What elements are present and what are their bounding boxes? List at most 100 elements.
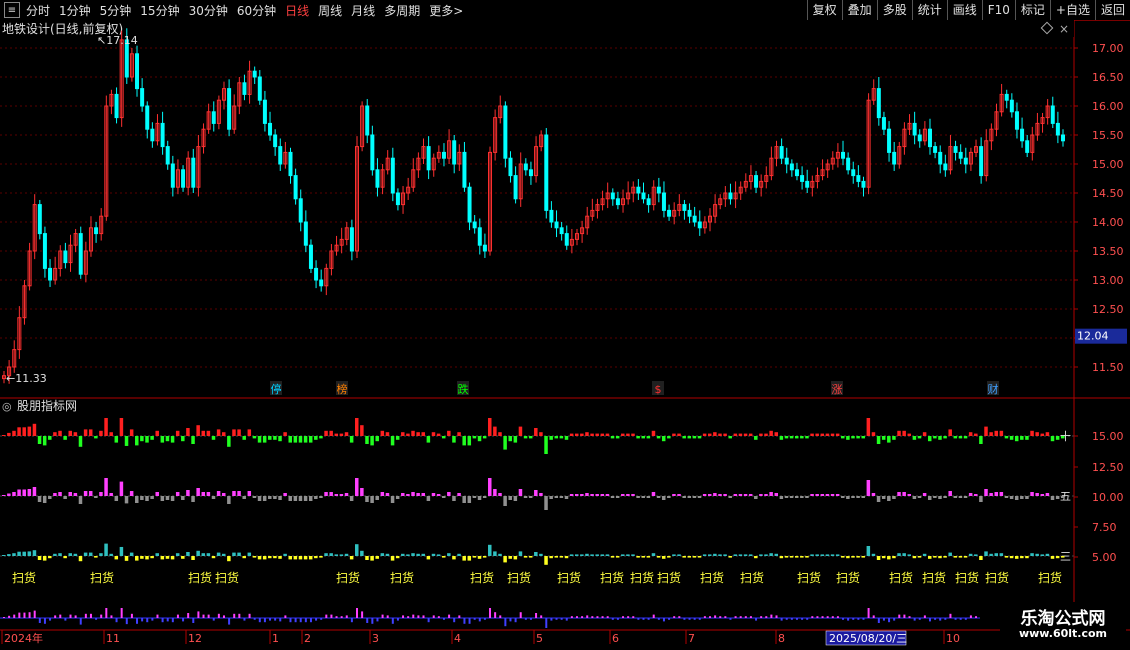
bottom-indicator-bar: [903, 614, 906, 618]
indicator-bar: [733, 433, 738, 436]
bottom-indicator-bar: [89, 613, 92, 618]
bottom-indicator-bar: [243, 618, 246, 621]
indicator-bar: [948, 552, 952, 556]
candle-body: [365, 105, 370, 136]
indicator-bar: [590, 554, 594, 556]
indicator-bar: [262, 436, 267, 443]
indicator-bar: [1009, 556, 1014, 559]
indicator-bar: [528, 496, 533, 498]
indicator-bar: [554, 556, 559, 558]
indicator-bar: [667, 556, 671, 558]
candle-body: [881, 117, 886, 130]
indicator-bar: [523, 436, 528, 439]
indicator-bar: [702, 433, 707, 436]
bottom-indicator-bar: [862, 618, 865, 620]
indicator-bar: [968, 432, 973, 436]
indicator-bar: [963, 496, 968, 498]
indicator-bar: [713, 432, 717, 436]
candle-body: [513, 175, 518, 200]
indicator-bar: [303, 556, 308, 560]
bottom-indicator-bar: [703, 616, 706, 618]
indicator-bar: [595, 433, 599, 436]
candle-body: [278, 146, 283, 165]
candle-body: [861, 180, 866, 188]
indicator-bar: [32, 487, 37, 496]
indicator-bar: [170, 496, 175, 501]
indicator-bar: [718, 554, 722, 556]
bottom-indicator-bar: [95, 618, 98, 620]
indicator-bar: [610, 436, 615, 439]
brand-name: 乐淘公式网: [1020, 609, 1106, 629]
indicator-bar: [544, 556, 548, 565]
indicator-bar: [636, 556, 640, 558]
indicator-bar: [866, 480, 871, 496]
candle-body: [856, 175, 861, 182]
indicator-bar: [17, 427, 21, 436]
candle-body: [1050, 105, 1055, 124]
bottom-indicator-bar: [197, 611, 200, 618]
brand-watermark: 乐淘公式网 www.60lt.com: [1000, 602, 1126, 646]
indicator-bar: [743, 433, 748, 436]
indicator-bar: [237, 491, 241, 496]
indicator-bar: [334, 554, 339, 556]
indicator-bar: [401, 432, 405, 436]
indicator-bar: [631, 433, 635, 436]
indicator-bar: [825, 494, 830, 496]
indicator-bar: [800, 436, 804, 439]
bottom-indicator-bar: [535, 613, 538, 618]
indicator-bar: [723, 433, 727, 436]
indicator-bar: [764, 554, 768, 556]
candle-body: [1025, 140, 1030, 153]
indicator-bar: [513, 556, 518, 560]
bottom-indicator-bar: [304, 618, 307, 623]
indicator-bar: [53, 553, 57, 556]
indicator-bar: [201, 492, 206, 496]
indicator-bar: [308, 556, 313, 560]
indicator-bar: [48, 436, 52, 440]
indicator-bar: [979, 496, 983, 502]
indicator-bar: [687, 556, 692, 558]
indicator-bar: [979, 556, 983, 560]
indicator-bar: [994, 492, 998, 496]
bottom-indicator-bar: [468, 618, 471, 624]
indicator-bar: [160, 556, 165, 560]
indicator-bar: [933, 556, 937, 558]
bottom-indicator-bar: [253, 618, 256, 620]
bottom-indicator-bar: [13, 614, 16, 618]
indicator-bar: [615, 496, 620, 498]
indicator-bar: [748, 554, 753, 556]
bottom-indicator-bar: [130, 613, 133, 618]
date-label-1: 11: [106, 632, 120, 645]
indicator-bar: [682, 496, 686, 498]
indicator-bar: [938, 556, 942, 559]
indicator-bar: [232, 491, 236, 496]
indicator-bar: [472, 556, 477, 558]
indicator-bar: [825, 433, 830, 436]
indicator-bar: [692, 436, 697, 439]
bottom-indicator-bar: [975, 616, 978, 618]
indicator-bar: [774, 493, 779, 496]
price-tick-label: 13.00: [1092, 274, 1124, 287]
bottom-indicator-bar: [934, 618, 937, 620]
indicator-bar: [580, 494, 584, 496]
indicator-bar: [595, 494, 599, 496]
indicator-bar: [206, 492, 211, 496]
indicator-bar: [912, 496, 917, 499]
bottom-indicator-bar: [867, 608, 870, 618]
indicator-bar: [22, 551, 26, 556]
indicator-bar: [365, 496, 369, 502]
indicator-bar: [815, 433, 819, 436]
indicator-bar: [268, 496, 272, 499]
candle-body: [472, 221, 477, 229]
indicator-bar: [17, 551, 21, 556]
indicator-bar: [206, 430, 211, 436]
candle-body: [789, 163, 794, 171]
indicator-bar: [590, 494, 594, 496]
indicator-bar: [145, 496, 149, 501]
indicator-bar: [406, 554, 410, 556]
bottom-indicator-bar: [622, 616, 625, 618]
scan-label-13: 扫货: [740, 570, 764, 585]
indicator-bar: [7, 432, 11, 436]
kline-chart[interactable]: 地铁设计(日线,前复权) ×17.0016.5016.0015.5015.0014…: [0, 0, 1130, 650]
indicator-bar: [754, 436, 758, 440]
